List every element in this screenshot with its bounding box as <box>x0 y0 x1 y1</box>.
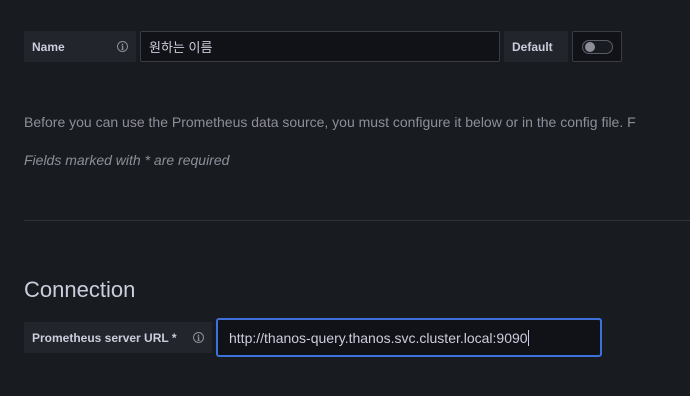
name-input-value: 원하는 이름 <box>149 40 213 55</box>
default-toggle[interactable] <box>581 39 613 54</box>
info-icon[interactable]: i <box>193 332 204 343</box>
default-label: Default <box>512 39 553 54</box>
prometheus-url-input[interactable]: http://thanos-query.thanos.svc.cluster.l… <box>216 318 602 357</box>
toggle-knob <box>584 41 595 52</box>
divider <box>24 220 690 221</box>
text-caret <box>527 329 529 346</box>
intro-text: Before you can use the Prometheus data s… <box>24 114 636 130</box>
info-icon[interactable]: i <box>117 41 128 52</box>
name-row: Name i 원하는 이름 Default <box>24 31 622 62</box>
required-note: Fields marked with * are required <box>24 152 230 168</box>
url-input-value: http://thanos-query.thanos.svc.cluster.l… <box>229 329 528 346</box>
connection-heading: Connection <box>24 277 136 302</box>
datasource-settings-page: Name i 원하는 이름 Default Before you can use… <box>0 0 690 396</box>
default-toggle-container <box>572 31 622 62</box>
url-row: Prometheus server URL * i http://thanos-… <box>24 318 602 357</box>
url-label-box: Prometheus server URL * i <box>24 322 212 353</box>
name-label: Name <box>32 39 65 54</box>
default-label-box: Default <box>504 31 568 62</box>
url-label: Prometheus server URL * <box>32 330 177 345</box>
name-input[interactable]: 원하는 이름 <box>140 31 500 62</box>
name-label-box: Name i <box>24 31 136 62</box>
